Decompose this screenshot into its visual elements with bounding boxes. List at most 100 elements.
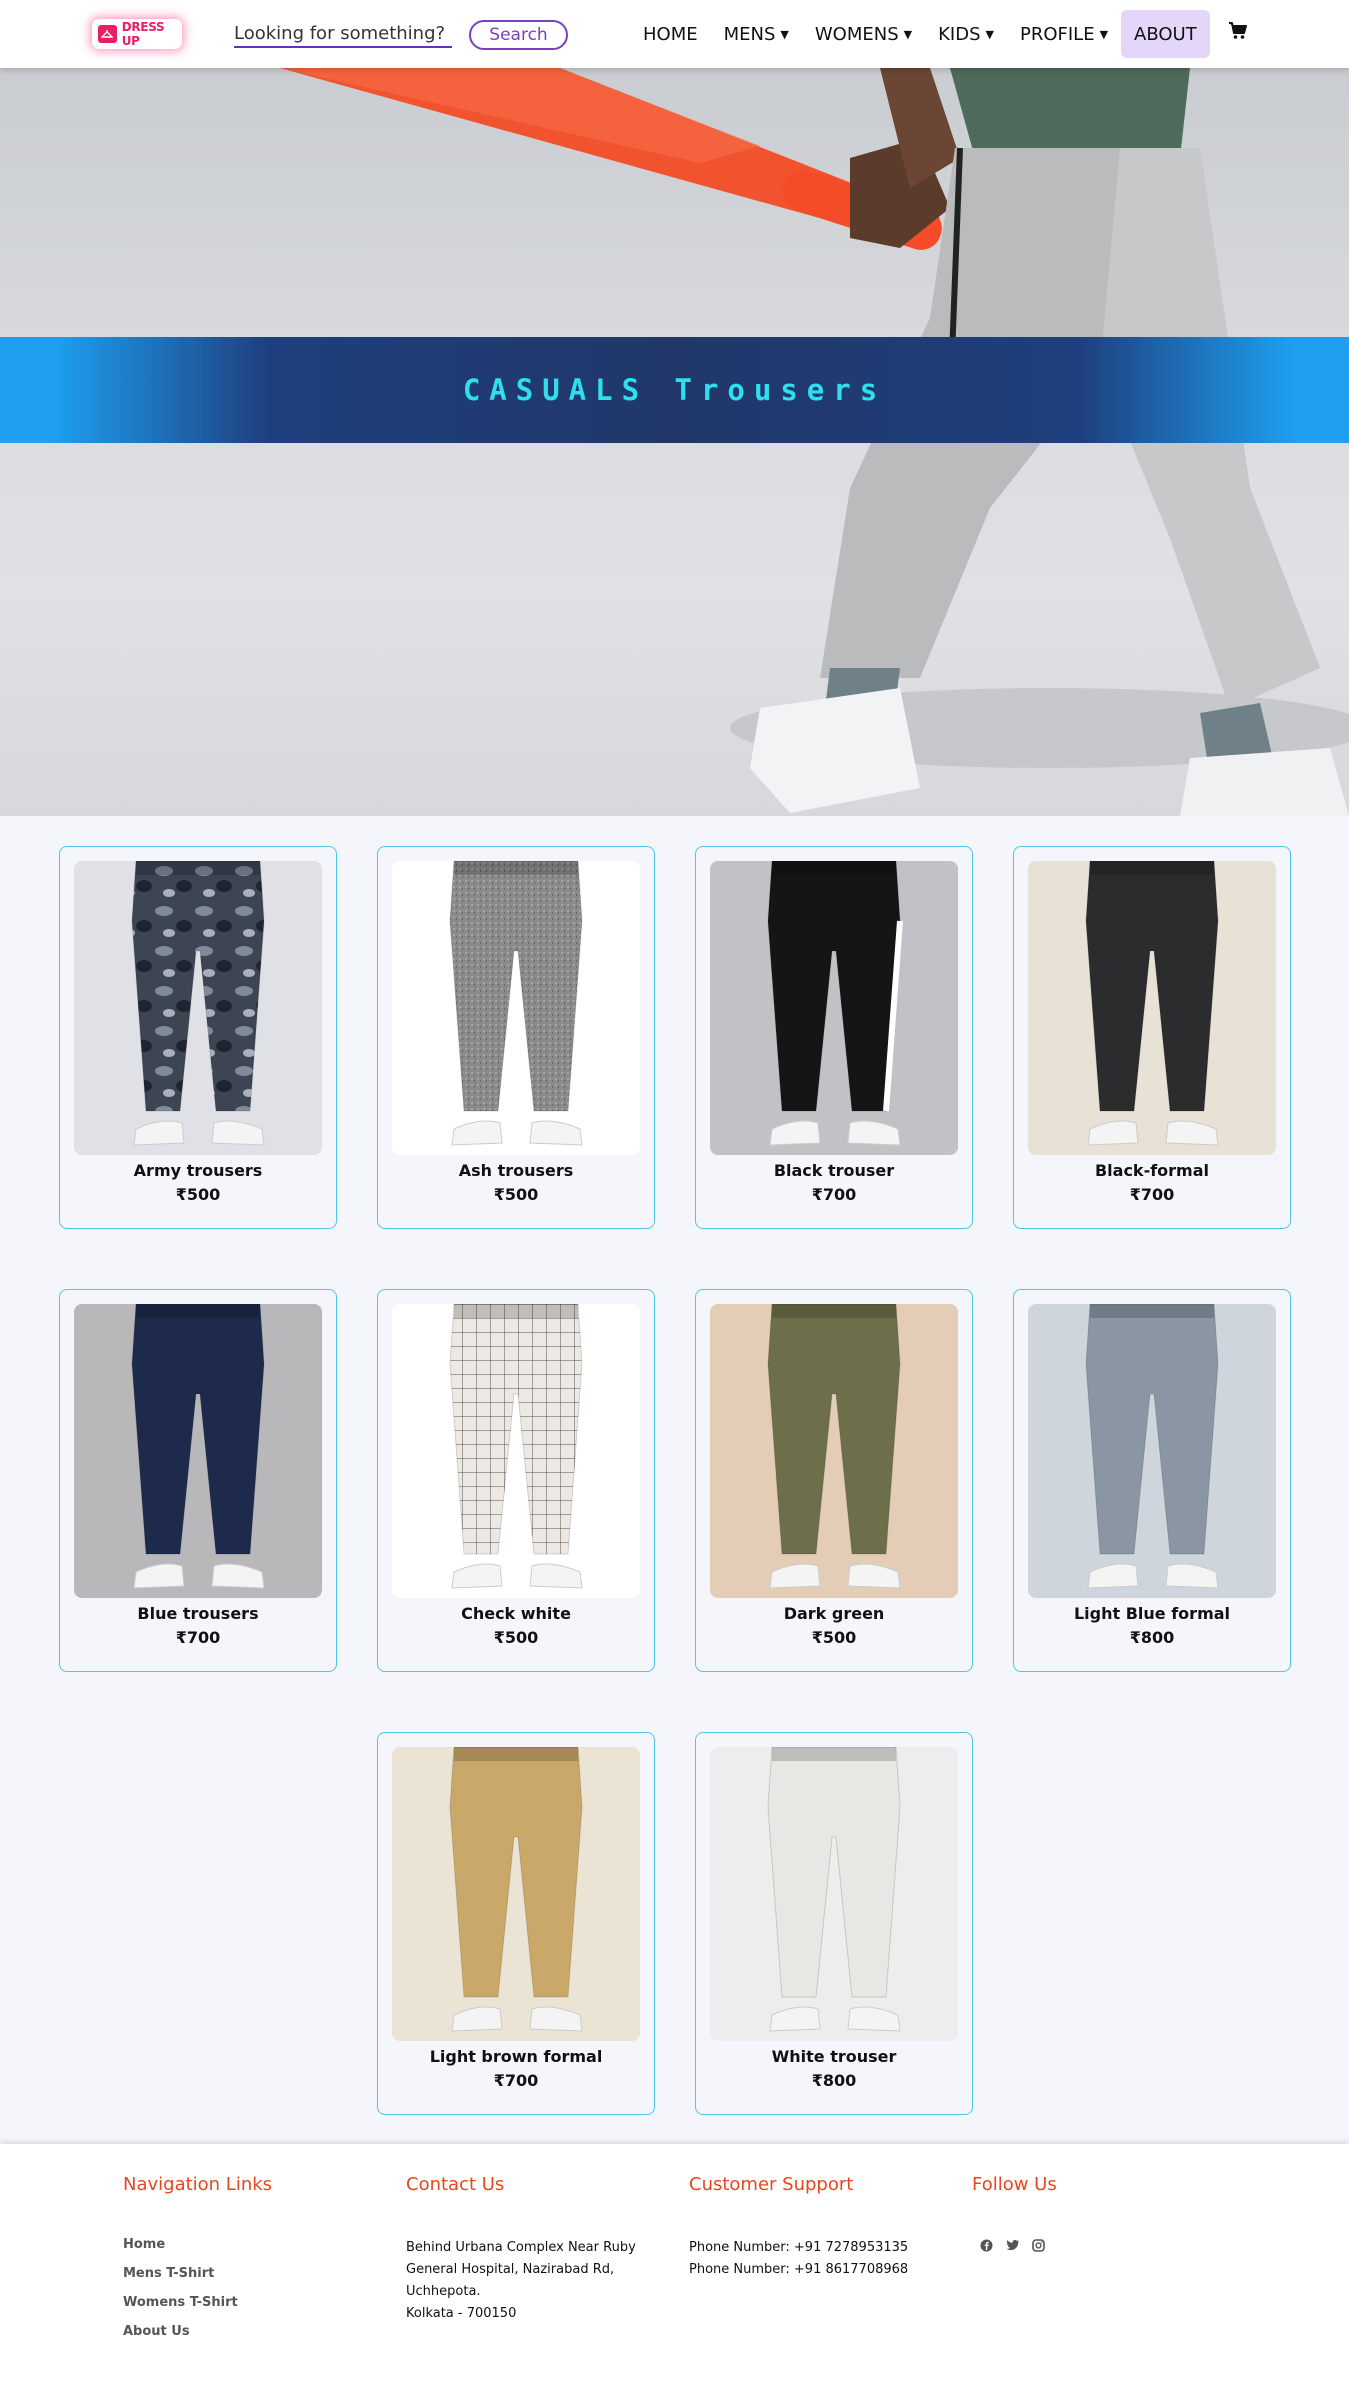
footer-navigation: Navigation Links Home Mens T-Shirt Women… [123,2174,272,2353]
nav-profile[interactable]: PROFILE ▼ [1007,10,1121,58]
product-card[interactable]: White trouser ₹800 [695,1732,973,2115]
footer-heading: Customer Support [689,2174,854,2195]
product-name: Blue trousers [137,1604,259,1623]
product-name: Check white [461,1604,571,1623]
footer-link-womens[interactable]: Womens T-Shirt [123,2295,272,2310]
navbar: DRESS UP Search HOME MENS ▼ WOMENS ▼ KIDS ▼… [0,0,1349,68]
instagram-icon[interactable] [1030,2237,1046,2253]
nav-about-label: ABOUT [1134,23,1197,45]
product-image [1028,1304,1276,1598]
caret-down-icon: ▼ [780,27,789,41]
footer-contact: Contact Us Behind Urbana Complex Near Ru… [406,2174,636,2325]
phone-number: Phone Number: +91 7278953135 [689,2240,909,2255]
twitter-icon[interactable] [1004,2237,1020,2253]
footer: Navigation Links Home Mens T-Shirt Women… [0,2144,1349,2386]
phone-number: Phone Number: +91 8617708968 [689,2262,909,2277]
product-image [392,861,640,1155]
logo[interactable]: DRESS UP [92,19,182,49]
logo-text: DRESS UP [121,20,165,48]
product-image [710,1304,958,1598]
trouser-illustration [1085,861,1219,1146]
footer-link-home[interactable]: Home [123,2237,272,2252]
cart-icon[interactable] [1214,7,1262,55]
product-price: ₹700 [811,1185,857,1204]
product-card[interactable]: Black trouser ₹700 [695,846,973,1229]
trouser-illustration [449,861,583,1146]
nav-links: HOME MENS ▼ WOMENS ▼ KIDS ▼ PROFILE ▼ ABOUT [630,10,1262,58]
product-name: Black trouser [773,1161,895,1180]
product-image [392,1304,640,1598]
footer-follow: Follow Us [972,2174,1057,2253]
product-name: Dark green [783,1604,885,1623]
product-image [710,861,958,1155]
product-image [710,1747,958,2041]
banner-title: CASUALS Trousers [462,373,887,407]
trouser-illustration [767,1304,901,1589]
footer-heading: Follow Us [972,2174,1057,2195]
search-input[interactable] [234,20,452,48]
trouser-illustration [449,1304,583,1589]
trouser-illustration [767,861,903,1146]
product-price: ₹500 [811,1628,857,1647]
facebook-icon[interactable] [978,2237,994,2253]
product-card[interactable]: Army trousers ₹500 [59,846,337,1229]
nav-home[interactable]: HOME [630,10,711,58]
nav-mens-label: MENS [723,23,776,45]
product-price: ₹500 [175,1185,221,1204]
nav-home-label: HOME [643,23,698,45]
product-price: ₹700 [493,2071,539,2090]
product-image [74,1304,322,1598]
footer-link-about[interactable]: About Us [123,2324,272,2339]
nav-kids[interactable]: KIDS ▼ [925,10,1007,58]
trouser-illustration [131,861,265,1146]
product-image [1028,861,1276,1155]
product-name: Army trousers [133,1161,263,1180]
product-card[interactable]: Light Blue formal ₹800 [1013,1289,1291,1672]
address-line: Kolkata - 700150 [406,2306,517,2321]
product-price: ₹700 [175,1628,221,1647]
product-image [74,861,322,1155]
product-price: ₹700 [1129,1185,1175,1204]
product-card[interactable]: Dark green ₹500 [695,1289,973,1672]
search-button[interactable]: Search [469,20,568,50]
caret-down-icon: ▼ [903,27,913,41]
footer-heading: Navigation Links [123,2174,273,2195]
product-price: ₹800 [811,2071,857,2090]
nav-womens-label: WOMENS [814,23,899,45]
nav-mens[interactable]: MENS ▼ [711,10,802,58]
nav-womens[interactable]: WOMENS ▼ [802,10,925,58]
trouser-illustration [1085,1304,1219,1589]
nav-profile-label: PROFILE [1019,23,1095,45]
nav-about[interactable]: ABOUT [1121,10,1210,58]
hero-banner: CASUALS Trousers [0,68,1349,816]
caret-down-icon: ▼ [985,27,994,41]
product-name: Black-formal [1094,1161,1210,1180]
product-price: ₹800 [1129,1628,1175,1647]
product-card[interactable]: Blue trousers ₹700 [59,1289,337,1672]
address-line: General Hospital, Nazirabad Rd, [406,2262,615,2277]
hanger-icon [98,25,117,43]
footer-link-mens[interactable]: Mens T-Shirt [123,2266,272,2281]
trouser-illustration [131,1304,265,1589]
nav-kids-label: KIDS [938,23,981,45]
banner-strip: CASUALS Trousers [0,337,1349,443]
trouser-illustration [449,1747,583,2032]
product-card[interactable]: Light brown formal ₹700 [377,1732,655,2115]
social-links [978,2237,1057,2253]
product-name: Ash trousers [458,1161,574,1180]
caret-down-icon: ▼ [1099,27,1109,41]
product-name: Light Blue formal [1073,1604,1231,1623]
product-card[interactable]: Check white ₹500 [377,1289,655,1672]
product-price: ₹500 [493,1185,539,1204]
product-price: ₹500 [493,1628,539,1647]
footer-heading: Contact Us [406,2174,505,2195]
address-line: Uchhepota. [406,2284,481,2299]
address-line: Behind Urbana Complex Near Ruby [406,2240,636,2255]
product-card[interactable]: Black-formal ₹700 [1013,846,1291,1229]
trouser-illustration [767,1747,901,2032]
product-name: Light brown formal [429,2047,603,2066]
footer-support: Customer Support Phone Number: +91 72789… [689,2174,908,2281]
product-name: White trouser [771,2047,897,2066]
product-image [392,1747,640,2041]
product-card[interactable]: Ash trousers ₹500 [377,846,655,1229]
